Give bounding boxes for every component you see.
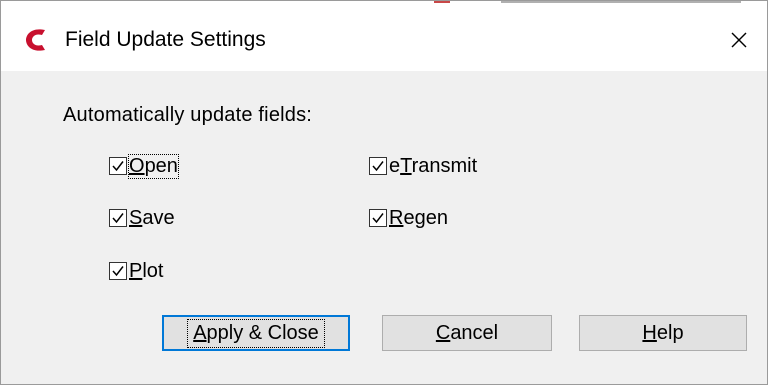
autocad-c-icon	[25, 27, 47, 53]
checkbox-label-regen: Regen	[389, 206, 448, 229]
cancel-button[interactable]: Cancel	[382, 315, 552, 351]
checkbox-regen[interactable]: Regen	[369, 205, 448, 231]
checkbox-label-etransmit: eTransmit	[389, 154, 478, 177]
title-bar[interactable]: Field Update Settings	[1, 9, 767, 71]
field-update-settings-dialog: Field Update Settings Automatically upda…	[0, 0, 768, 385]
checkbox-label-plot: Plot	[129, 259, 164, 282]
checkmark-icon	[112, 213, 124, 224]
close-button[interactable]	[711, 9, 767, 71]
apply-close-button[interactable]: Apply & Close	[162, 315, 350, 351]
checkbox-box[interactable]	[109, 262, 127, 280]
help-button-label: Help	[642, 321, 684, 344]
checkbox-box[interactable]	[109, 209, 127, 227]
background-fragment	[434, 1, 450, 3]
apply-close-button-label: Apply & Close	[187, 318, 325, 348]
checkbox-plot[interactable]: Plot	[109, 258, 163, 284]
checkbox-open[interactable]: Open	[109, 153, 179, 179]
checkmark-icon	[372, 213, 384, 224]
checkmark-icon	[112, 161, 124, 172]
checkbox-save[interactable]: Save	[109, 205, 175, 231]
checkmark-icon	[372, 161, 384, 172]
checkbox-label-open: Open	[128, 153, 179, 179]
window-top-strip	[1, 1, 767, 9]
close-icon	[731, 32, 747, 48]
checkbox-box[interactable]	[369, 209, 387, 227]
checkbox-etransmit[interactable]: eTransmit	[369, 153, 477, 179]
background-fragment	[501, 1, 741, 3]
checkbox-box[interactable]	[369, 157, 387, 175]
dialog-title: Field Update Settings	[65, 28, 266, 51]
automatically-update-label: Automatically update fields:	[63, 104, 313, 126]
cancel-button-label: Cancel	[435, 321, 499, 344]
checkbox-box[interactable]	[109, 157, 127, 175]
checkbox-label-save: Save	[129, 206, 175, 229]
help-button[interactable]: Help	[579, 315, 747, 351]
checkmark-icon	[112, 266, 124, 277]
